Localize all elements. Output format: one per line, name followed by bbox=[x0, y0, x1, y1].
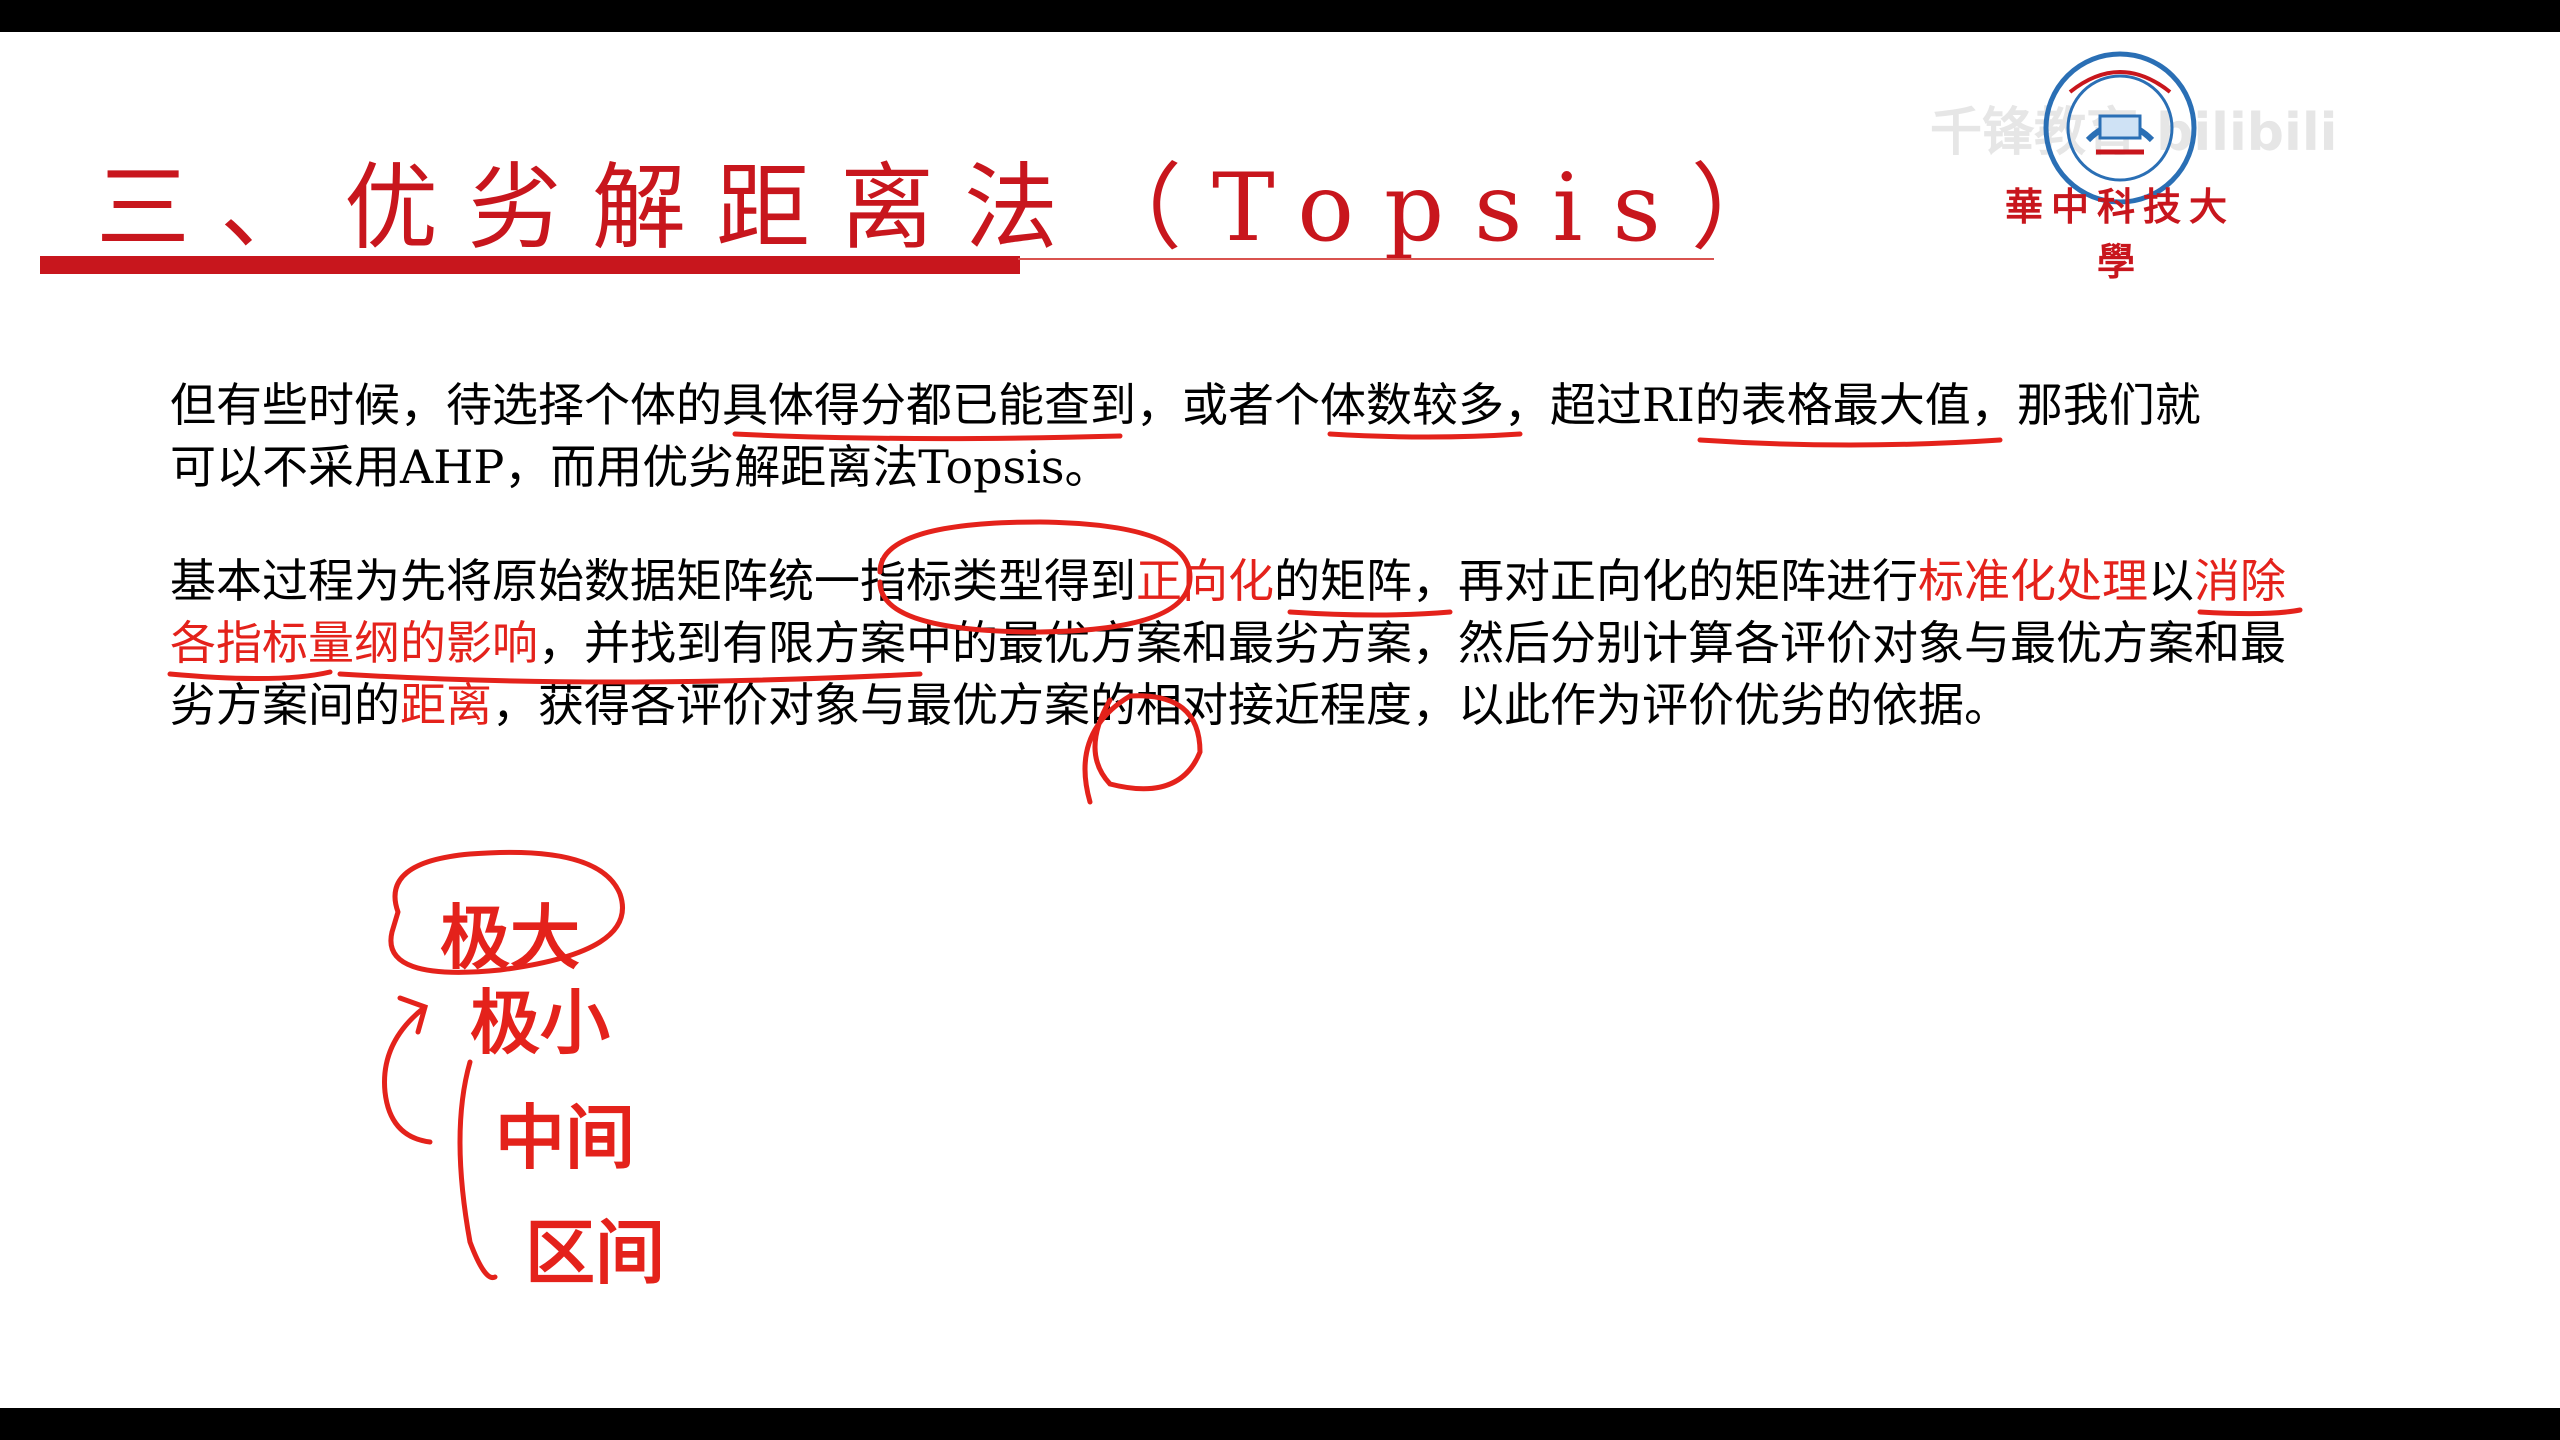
paragraph-intro: 但有些时候，待选择个体的具体得分都已能查到，或者个体数较多，超过RI的表格最大值… bbox=[170, 374, 2320, 498]
university-name: 華中科技大學 bbox=[2004, 184, 2235, 284]
process-text-3: 以 bbox=[2148, 554, 2194, 608]
bracket-line bbox=[457, 1059, 498, 1280]
process-text-2: 的矩阵，再对正向化的矩阵进行 bbox=[1274, 554, 1918, 608]
process-text-1: 基本过程为先将原始数据矩阵统一指标类型得到 bbox=[170, 554, 1136, 608]
handwriting-qujian: 区间 bbox=[525, 1212, 665, 1294]
handwriting-jixiao: 极小 bbox=[470, 982, 610, 1064]
highlight-positive: 正向化 bbox=[1136, 554, 1274, 608]
slide-title: 三、优劣解距离法（Topsis） bbox=[96, 154, 1815, 263]
slide: 千锋教育 bilibili 三、优劣解距离法（Topsis） 華中科技大學 但有… bbox=[0, 32, 2560, 1408]
title-underline-thick bbox=[40, 256, 1020, 274]
paragraph-process: 基本过程为先将原始数据矩阵统一指标类型得到正向化的矩阵，再对正向化的矩阵进行标准… bbox=[170, 550, 2320, 736]
circle-jida bbox=[388, 849, 625, 975]
title-underline-thin bbox=[1018, 258, 1714, 260]
highlight-distance: 距离 bbox=[400, 678, 492, 732]
highlight-standardize: 标准化处理 bbox=[1918, 554, 2148, 608]
process-text-5: ，获得各评价对象与最优方案的相对接近程度，以此作为评价优劣的依据。 bbox=[492, 678, 2010, 732]
paragraph-intro-line2: 可以不采用AHP，而用优劣解距离法Topsis。 bbox=[170, 440, 1111, 494]
paragraph-intro-line1: 但有些时候，待选择个体的具体得分都已能查到，或者个体数较多，超过RI的表格最大值… bbox=[170, 378, 2201, 432]
handwriting-jida: 极大 bbox=[440, 897, 580, 979]
handwriting-zhongjian: 中间 bbox=[495, 1097, 635, 1179]
bracket-arrow bbox=[382, 995, 433, 1145]
